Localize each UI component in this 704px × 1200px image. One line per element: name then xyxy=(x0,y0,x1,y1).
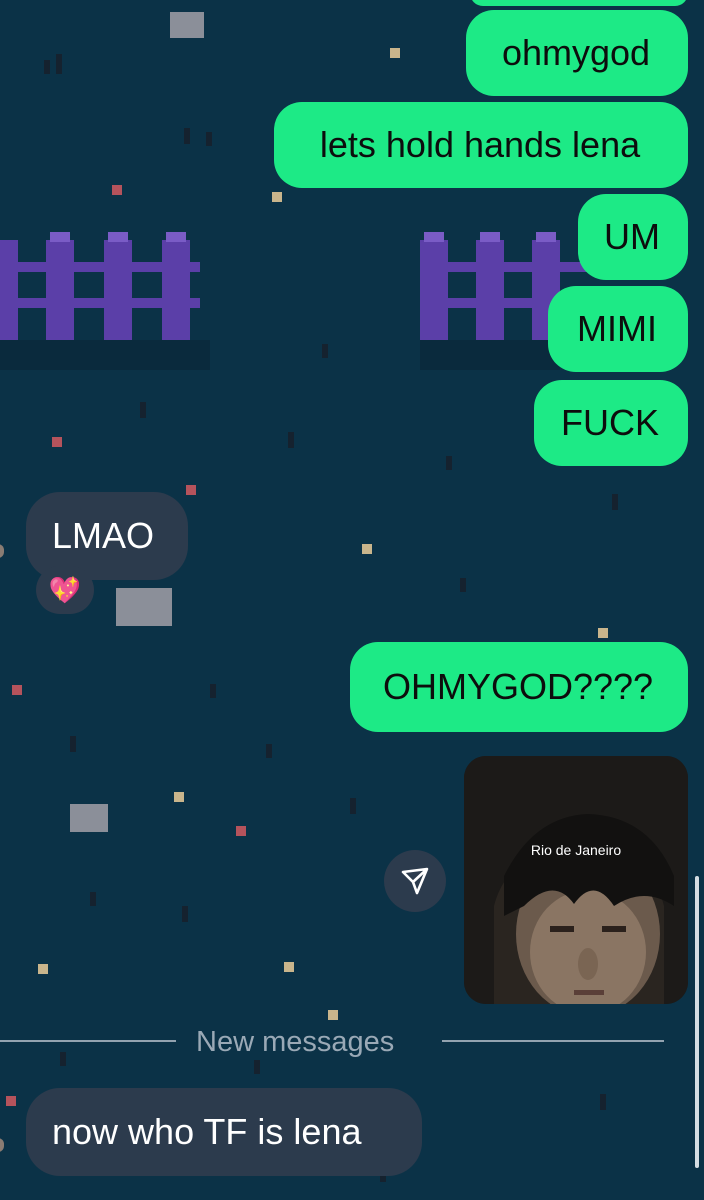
divider-line-right xyxy=(442,1040,664,1042)
new-messages-label: New messages xyxy=(196,1026,395,1058)
sparkling-heart-icon: 💖 xyxy=(48,574,82,605)
heart-reaction-badge[interactable]: 💖 xyxy=(36,566,94,614)
outgoing-message[interactable]: FUCK xyxy=(534,380,688,466)
outgoing-message[interactable]: UM xyxy=(578,194,688,280)
shared-media-card[interactable]: Rio de Janeiro xyxy=(464,756,688,1004)
outgoing-message-top-sliver[interactable] xyxy=(470,0,688,6)
outgoing-message[interactable]: ohmygod xyxy=(466,10,688,96)
divider-line-left xyxy=(0,1040,176,1042)
incoming-message[interactable]: now who TF is lena xyxy=(26,1088,422,1176)
share-button[interactable] xyxy=(384,850,446,912)
outgoing-message[interactable]: MIMI xyxy=(548,286,688,372)
outgoing-message[interactable]: lets hold hands lena xyxy=(274,102,688,188)
location-caption: Rio de Janeiro xyxy=(530,842,622,858)
send-icon xyxy=(401,867,429,895)
scrollbar-thumb[interactable] xyxy=(695,876,699,1168)
outgoing-message[interactable]: OHMYGOD???? xyxy=(350,642,688,732)
fence-left xyxy=(0,240,200,340)
portrait-photo xyxy=(464,756,688,1004)
